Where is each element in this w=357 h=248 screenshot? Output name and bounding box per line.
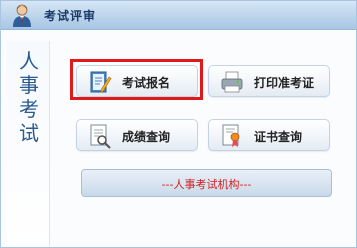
certificate-search-icon [219,123,245,149]
score-query-button[interactable]: 成绩查询 [76,119,198,151]
exam-org-link[interactable]: ---人事考试机构--- [81,169,332,197]
score-query-label: 成绩查询 [122,130,171,144]
document-search-icon [87,123,113,149]
exam-window: 考试评审 人事考试 考试报名 打印准考证 成绩查询 证书查询 ---人事考试机构… [0,0,357,248]
side-panel: 人事考试 [7,41,50,246]
selection-highlight [70,59,203,100]
window-title: 考试评审 [44,9,97,23]
exam-org-label: ---人事考试机构--- [161,178,252,191]
user-avatar-icon [11,3,33,27]
certificate-query-button[interactable]: 证书查询 [208,119,330,151]
title-bar: 考试评审 [1,1,356,30]
certificate-query-label: 证书查询 [254,130,303,144]
print-ticket-label: 打印准考证 [254,76,315,90]
printer-icon [219,69,245,95]
print-ticket-button[interactable]: 打印准考证 [208,65,330,97]
side-label: 人事考试 [19,49,39,145]
